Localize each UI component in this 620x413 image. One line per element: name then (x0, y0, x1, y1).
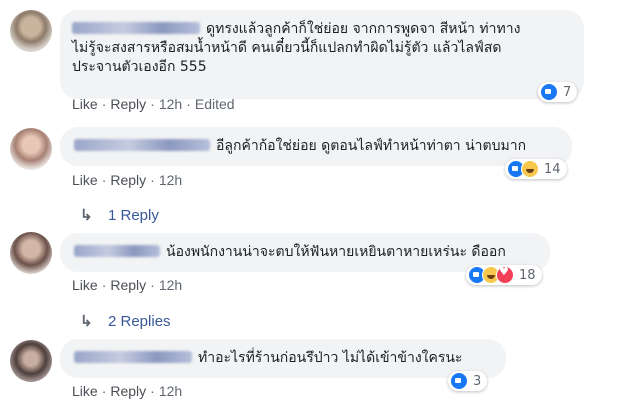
reply-button[interactable]: Reply (110, 172, 146, 188)
reply-arrow-icon: ↳ (80, 313, 93, 330)
commenter-name[interactable] (74, 139, 210, 151)
timestamp[interactable]: 12h (159, 277, 182, 293)
comment-actions: Like · Reply · 12h (72, 383, 183, 399)
comment-actions: Like · Reply · 12h (72, 172, 183, 188)
like-reaction-icon (540, 83, 558, 101)
timestamp[interactable]: 12h (159, 96, 182, 112)
reaction-summary[interactable]: 14 (505, 159, 567, 179)
comment-text: อีลูกค้าก้อใช่ย่อย ดูตอนไลฟ์ทำหน้าท่าตา … (216, 138, 527, 154)
view-replies-link[interactable]: ↳ 2 Replies (80, 312, 171, 330)
commenter-name[interactable] (72, 22, 200, 34)
reply-button[interactable]: Reply (110, 277, 146, 293)
timestamp[interactable]: 12h (159, 383, 182, 399)
replies-count: 1 Reply (108, 207, 159, 224)
reply-button[interactable]: Reply (110, 383, 146, 399)
reply-arrow-icon: ↳ (80, 207, 93, 224)
view-replies-link[interactable]: ↳ 1 Reply (80, 206, 159, 224)
replies-count: 2 Replies (108, 313, 171, 330)
avatar[interactable] (10, 232, 52, 274)
like-button[interactable]: Like (72, 383, 98, 399)
edited-label[interactable]: Edited (195, 96, 235, 112)
reaction-count: 14 (544, 161, 561, 177)
comment-bubble: ทำอะไรที่ร้านก่อนรึป่าว ไม่ได้เข้าข้างใค… (60, 339, 506, 378)
reaction-summary[interactable]: 3 (448, 371, 488, 391)
reaction-count: 3 (473, 373, 482, 389)
reaction-summary[interactable]: 7 (538, 82, 578, 102)
comment-text: น้องพนักงานน่าจะตบให้ฟันหายเหยินตาหายเหร… (166, 244, 506, 260)
reply-button[interactable]: Reply (110, 96, 146, 112)
avatar[interactable] (10, 128, 52, 170)
haha-reaction-icon (521, 160, 539, 178)
love-reaction-icon (496, 265, 514, 284)
reaction-count: 18 (519, 267, 536, 283)
comment-actions: Like · Reply · 12h · Edited (72, 96, 235, 112)
commenter-name[interactable] (74, 245, 160, 257)
like-button[interactable]: Like (72, 96, 98, 112)
reaction-summary[interactable]: 18 (466, 265, 542, 285)
timestamp[interactable]: 12h (159, 172, 182, 188)
comment-text: ทำอะไรที่ร้านก่อนรึป่าว ไม่ได้เข้าข้างใค… (198, 350, 463, 366)
comment-actions: Like · Reply · 12h (72, 277, 183, 293)
reaction-count: 7 (563, 84, 572, 100)
like-reaction-icon (450, 372, 468, 390)
avatar[interactable] (10, 340, 52, 382)
commenter-name[interactable] (74, 351, 192, 363)
avatar[interactable] (10, 10, 52, 52)
like-button[interactable]: Like (72, 277, 98, 293)
comment-bubble: ดูทรงแล้วลูกค้าก็ใช่ย่อย จากการพูดจา สีห… (60, 10, 584, 99)
like-button[interactable]: Like (72, 172, 98, 188)
comment-bubble: อีลูกค้าก้อใช่ย่อย ดูตอนไลฟ์ทำหน้าท่าตา … (60, 127, 572, 166)
